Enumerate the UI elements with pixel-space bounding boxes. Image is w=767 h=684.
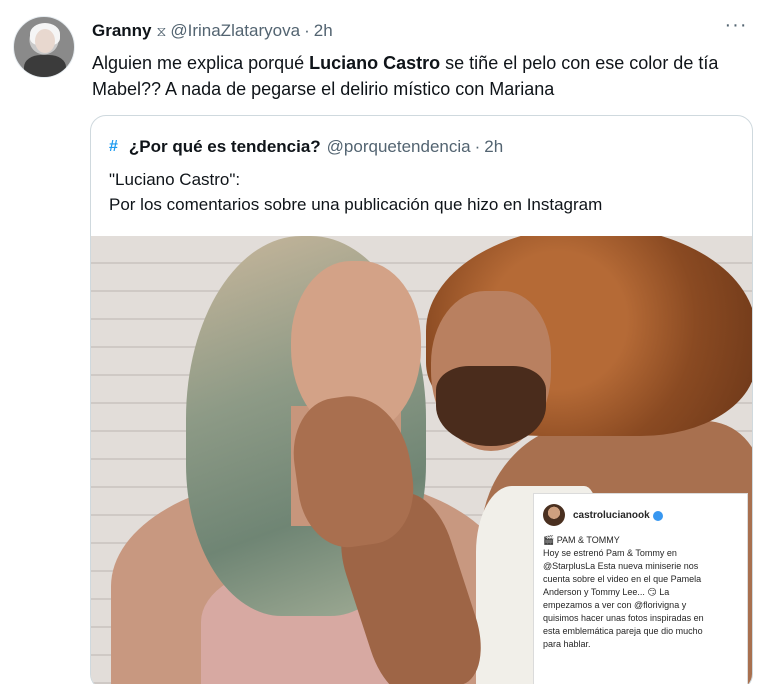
quoted-author-handle[interactable]: @porquetendencia (327, 137, 471, 157)
instagram-caption-line: Hoy se estrenó Pam & Tommy en (543, 548, 677, 558)
author-handle[interactable]: @IrinaZlataryova (170, 21, 300, 41)
instagram-caption-line: 🎬 PAM & TOMMY (543, 535, 620, 545)
avatar-face (35, 29, 55, 53)
tweet-text-bold: Luciano Castro (309, 53, 441, 73)
avatar-body (24, 55, 66, 77)
instagram-avatar (543, 504, 565, 526)
tweet-text-part1: Alguien me explica porqué (92, 53, 310, 73)
photo-man-beard (436, 366, 546, 446)
tweet-photo[interactable]: castrolucianook 🎬 PAM & TOMMY Hoy se est… (91, 236, 752, 684)
quoted-text-line2: Por los comentarios sobre una publicació… (109, 195, 603, 214)
separator-dot: · (304, 21, 310, 40)
instagram-caption-line: esta emblemática pareja que dio mucho (543, 626, 703, 636)
hashtag-icon: # (109, 138, 118, 155)
instagram-caption: 🎬 PAM & TOMMY Hoy se estrenó Pam & Tommy… (543, 534, 738, 651)
verified-icon (652, 511, 663, 521)
instagram-username: castrolucianook (573, 509, 650, 521)
quoted-separator-dot: · (474, 137, 481, 156)
quoted-text-line1: "Luciano Castro": (109, 170, 241, 189)
quoted-author-name[interactable]: ¿Por qué es tendencia? (129, 137, 321, 157)
quoted-tweet-header: # ¿Por qué es tendencia? @porquetendenci… (109, 136, 503, 158)
tweet-time[interactable]: 2h (314, 21, 333, 41)
tweet-header: Granny ⧖ @IrinaZlataryova · 2h (92, 20, 333, 42)
instagram-caption-line: para hablar. (543, 639, 591, 649)
quoted-tweet[interactable]: # ¿Por qué es tendencia? @porquetendenci… (90, 115, 753, 684)
instagram-caption-line: Anderson y Tommy Lee... 😏 La (543, 587, 670, 597)
instagram-post-card: castrolucianook 🎬 PAM & TOMMY Hoy se est… (533, 493, 748, 684)
instagram-post-header: castrolucianook (543, 502, 738, 528)
quoted-tweet-time[interactable]: 2h (484, 137, 503, 157)
hourglass-icon: ⧖ (156, 22, 167, 39)
instagram-caption-line: @StarplusLa Esta nueva miniserie nos (543, 561, 699, 571)
instagram-caption-line: quisimos hacer unas fotos inspiradas en (543, 613, 704, 623)
author-avatar[interactable] (13, 16, 75, 78)
tweet-text: Alguien me explica porqué Luciano Castro… (92, 50, 752, 102)
tweet[interactable]: Granny ⧖ @IrinaZlataryova · 2h ··· Algui… (0, 0, 767, 684)
author-name[interactable]: Granny (92, 21, 152, 41)
instagram-caption-line: empezamos a ver con @florivigna y (543, 600, 687, 610)
more-options-button[interactable]: ··· (722, 15, 750, 40)
instagram-caption-line: cuenta sobre el video en el que Pamela (543, 574, 702, 584)
